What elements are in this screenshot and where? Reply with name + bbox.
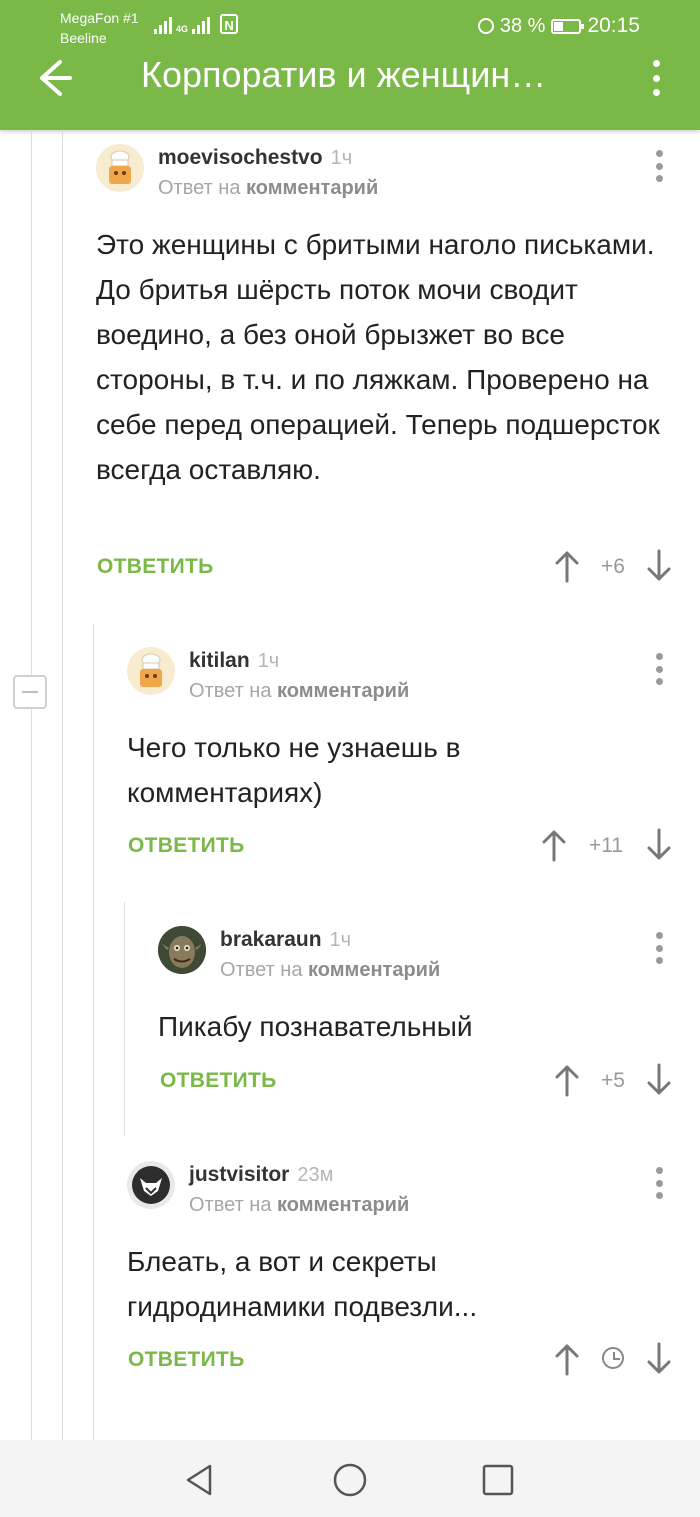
collapse-thread-button[interactable]: [13, 675, 47, 709]
system-nav-bar: [0, 1440, 700, 1517]
comment-time: 23м: [297, 1164, 334, 1186]
reply-target-link[interactable]: комментарий: [246, 177, 378, 199]
thread-line: [31, 130, 32, 1440]
user-avatar[interactable]: [127, 1161, 175, 1209]
comment-time: 1ч: [257, 650, 280, 672]
upvote-icon[interactable]: [553, 1342, 581, 1376]
reply-button[interactable]: ОТВЕТИТЬ: [128, 834, 245, 858]
reply-to-line: Ответ на комментарий: [189, 1194, 410, 1216]
network-type: 4G: [176, 24, 189, 34]
clock-icon: [602, 1347, 624, 1369]
thread-line: [124, 902, 125, 1136]
comment-time: 1ч: [329, 929, 352, 951]
reply-button[interactable]: ОТВЕТИТЬ: [128, 1348, 245, 1372]
app-bar: MegaFon #1 Beeline 4G N 38 % 20:15 Корпо…: [0, 0, 700, 130]
comment-username[interactable]: justvisitor 23м: [189, 1163, 333, 1187]
comment-score: +6: [601, 555, 625, 578]
thread-line: [93, 624, 94, 1440]
battery-percent: 38 %: [499, 14, 546, 37]
user-avatar[interactable]: [127, 647, 175, 695]
reply-target-link[interactable]: комментарий: [277, 1194, 409, 1216]
user-avatar[interactable]: [96, 144, 144, 192]
upvote-icon[interactable]: [540, 828, 568, 862]
comment-text: Блеать, а вот и секреты гидродинамики по…: [127, 1246, 478, 1322]
comment-text: Это женщины с бритыми наголо письками. Д…: [96, 229, 660, 485]
comment-menu-button[interactable]: [655, 150, 663, 182]
comment-username[interactable]: moevisochestvo 1ч: [158, 146, 352, 170]
reply-target-link[interactable]: комментарий: [308, 959, 440, 981]
clock-time: 20:15: [587, 14, 640, 37]
downvote-icon[interactable]: [645, 1342, 673, 1376]
carrier-primary: MegaFon #1: [60, 10, 139, 26]
upvote-icon[interactable]: [553, 1063, 581, 1097]
reply-target-link[interactable]: комментарий: [277, 680, 409, 702]
comment-menu-button[interactable]: [655, 653, 663, 685]
signal-icon-2: [192, 17, 211, 34]
battery-icon: [551, 18, 585, 34]
nav-home-icon[interactable]: [330, 1460, 370, 1500]
nav-recents-icon[interactable]: [478, 1460, 518, 1500]
downvote-icon[interactable]: [645, 1063, 673, 1097]
nfc-icon: N: [220, 14, 239, 34]
page-title: Корпоратив и женщин…: [141, 54, 547, 95]
reply-to-line: Ответ на комментарий: [158, 177, 379, 199]
reply-button[interactable]: ОТВЕТИТЬ: [160, 1069, 277, 1093]
carrier-secondary: Beeline: [60, 30, 107, 46]
comment-time: 1ч: [330, 147, 353, 169]
chef-hat-avatar-icon: [140, 653, 162, 687]
overflow-menu-button[interactable]: [644, 58, 668, 98]
back-arrow-icon: [40, 60, 72, 96]
comment-menu-button[interactable]: [655, 1167, 663, 1199]
signal-indicators: 4G N: [154, 14, 239, 34]
comment-text: Пикабу познавательный: [158, 1011, 473, 1042]
downvote-icon[interactable]: [645, 549, 673, 583]
goblin-avatar-icon: [158, 926, 206, 974]
comment-menu-button[interactable]: [655, 932, 663, 964]
chef-hat-avatar-icon: [109, 150, 131, 184]
comment-username[interactable]: kitilan 1ч: [189, 649, 279, 673]
reply-to-line: Ответ на комментарий: [189, 680, 410, 702]
signal-icon: [154, 17, 172, 34]
comment-score: +5: [601, 1069, 625, 1092]
back-button[interactable]: [30, 56, 78, 100]
cat-avatar-icon: [132, 1166, 170, 1204]
thread-line: [62, 130, 63, 1440]
comment-text: Чего только не узнаешь в комментариях): [127, 732, 461, 808]
comment-username[interactable]: brakaraun 1ч: [220, 928, 351, 952]
status-right: 38 % 20:15: [477, 14, 640, 38]
reply-button[interactable]: ОТВЕТИТЬ: [97, 555, 214, 579]
comment-score: +11: [588, 834, 624, 857]
user-avatar[interactable]: [158, 926, 206, 974]
reply-to-line: Ответ на комментарий: [220, 959, 441, 981]
nav-back-icon[interactable]: [180, 1460, 220, 1500]
alarm-icon: [477, 18, 494, 34]
downvote-icon[interactable]: [645, 828, 673, 862]
upvote-icon[interactable]: [553, 549, 581, 583]
